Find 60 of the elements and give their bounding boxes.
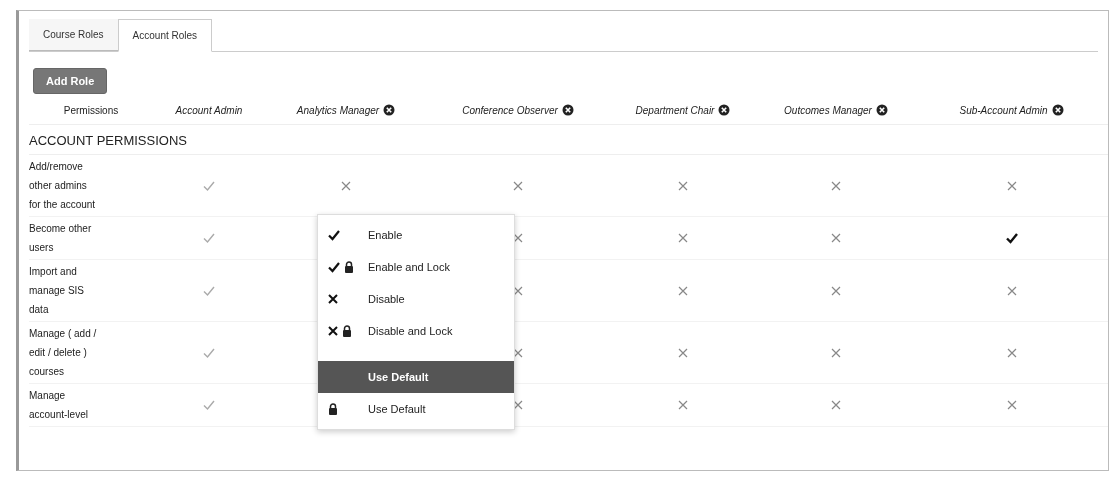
check-icon <box>203 284 215 297</box>
add-role-button[interactable]: Add Role <box>33 68 108 94</box>
cross-icon <box>513 285 523 296</box>
cross-icon <box>513 347 523 358</box>
permission-label: Import and manage SIS data <box>29 265 85 317</box>
cross-icon <box>678 180 688 191</box>
cross-icon <box>1006 347 1017 358</box>
cross-icon <box>1006 285 1017 296</box>
cross-icon <box>678 233 688 243</box>
tab[interactable]: Course Roles <box>29 19 118 51</box>
menu-item[interactable]: Disable <box>318 283 514 315</box>
cross-icon <box>328 326 338 336</box>
column-header: Department Chair <box>635 104 715 116</box>
cross-icon <box>513 233 523 243</box>
menu-item[interactable]: Disable and Lock <box>318 315 514 347</box>
column-header: Account Admin <box>175 104 243 116</box>
cross-icon <box>513 400 523 410</box>
tab[interactable]: Account Roles <box>117 19 213 52</box>
cross-icon <box>678 347 688 358</box>
check-icon <box>1005 232 1018 244</box>
check-icon <box>328 261 340 273</box>
cross-icon <box>341 180 351 191</box>
remove-icon[interactable] <box>383 104 396 116</box>
cross-icon <box>513 180 523 191</box>
remove-icon[interactable] <box>561 104 574 116</box>
lock-icon <box>328 403 338 415</box>
remove-icon[interactable] <box>718 104 731 116</box>
check-icon <box>203 232 215 244</box>
menu-item[interactable]: Enable <box>318 219 514 251</box>
column-header: Conference Observer <box>462 104 558 116</box>
permission-label: Become other users <box>29 222 92 255</box>
remove-icon[interactable] <box>1051 104 1064 116</box>
check-icon <box>203 346 215 359</box>
cross-icon <box>831 180 841 191</box>
permission-label: Add/remove other admins for the account <box>29 160 96 212</box>
remove-icon[interactable] <box>875 104 888 116</box>
cross-icon <box>1006 180 1017 191</box>
lock-icon <box>342 325 352 337</box>
cross-icon <box>678 400 688 410</box>
cross-icon <box>831 347 841 358</box>
menu-item[interactable]: Enable and Lock <box>318 251 514 283</box>
column-header: Outcomes Manager <box>784 104 872 116</box>
section-heading: ACCOUNT PERMISSIONS <box>29 125 1108 155</box>
check-icon <box>203 179 215 192</box>
column-header: Analytics Manager <box>296 104 380 116</box>
column-header: Sub-Account Admin <box>959 104 1048 116</box>
column-header: Permissions <box>63 104 119 116</box>
check-icon <box>328 229 340 241</box>
cross-icon <box>1006 400 1017 410</box>
cross-icon <box>831 285 841 296</box>
cross-icon <box>678 285 688 296</box>
lock-icon <box>344 261 354 273</box>
cross-icon <box>831 400 841 410</box>
cross-icon <box>831 233 841 243</box>
permission-label: Manage account-level <box>29 389 88 422</box>
check-icon <box>203 399 215 411</box>
menu-item[interactable]: Use Default <box>318 393 514 425</box>
menu-item[interactable]: Use Default <box>318 361 514 393</box>
cross-icon <box>328 294 338 304</box>
permission-label: Manage ( add / edit / delete ) courses <box>29 327 97 379</box>
